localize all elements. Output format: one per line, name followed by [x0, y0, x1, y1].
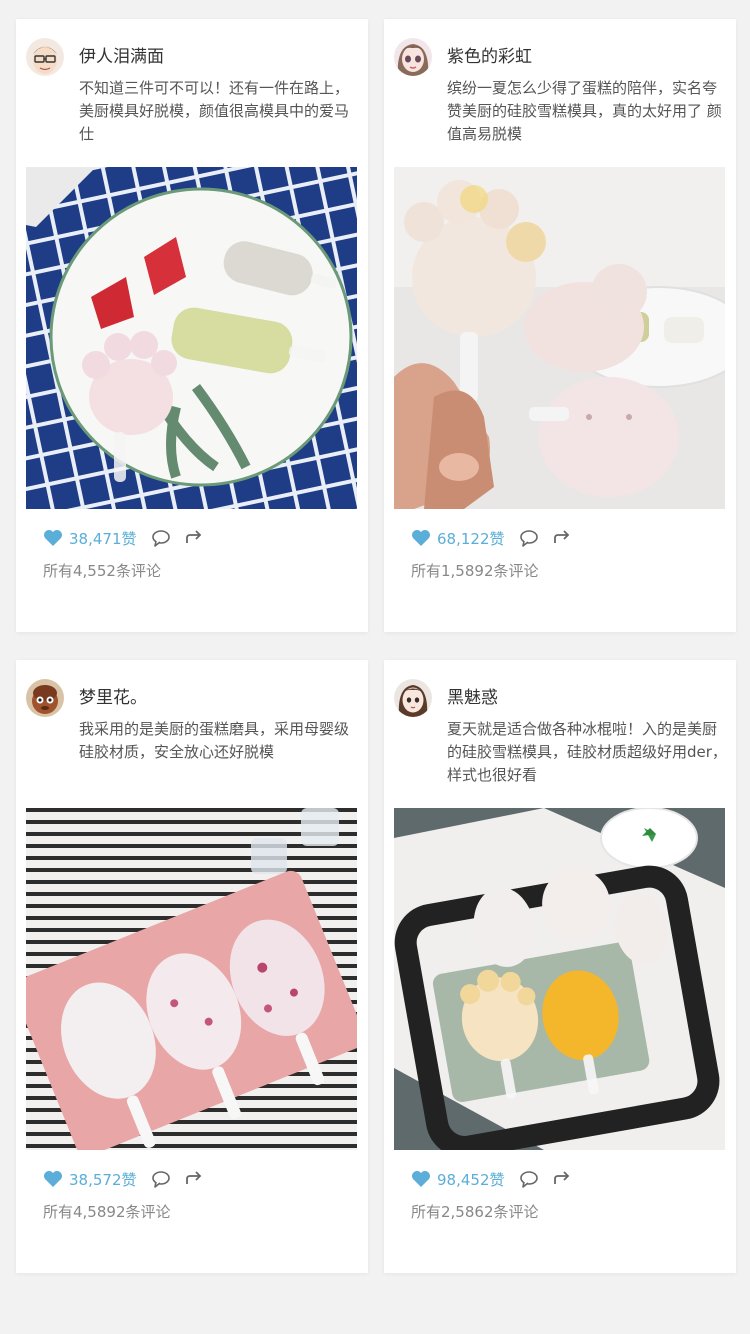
comment-count[interactable]: 所有2,5862条评论 — [411, 1201, 539, 1223]
comment-icon[interactable] — [519, 529, 539, 547]
post-card[interactable]: 伊人泪满面 不知道三件可不可以！还有一件在路上，美厨模具好脱模，颜值很高模具中的… — [16, 19, 368, 632]
share-icon[interactable] — [185, 1170, 203, 1188]
share-icon[interactable] — [185, 529, 203, 547]
comment-count[interactable]: 所有1,5892条评论 — [411, 560, 539, 582]
username[interactable]: 紫色的彩虹 — [447, 45, 532, 69]
avatar[interactable] — [26, 38, 64, 76]
post-stats: 68,122赞 — [411, 527, 571, 549]
heart-icon[interactable] — [411, 1170, 431, 1188]
avatar[interactable] — [394, 38, 432, 76]
post-text: 缤纷一夏怎么少得了蛋糕的陪伴，实名夸赞美厨的硅胶雪糕模具，真的太好用了 颜值高易… — [447, 79, 722, 143]
share-icon[interactable] — [553, 529, 571, 547]
username[interactable]: 黑魅惑 — [447, 686, 498, 710]
like-count: 38,572赞 — [69, 1170, 137, 1189]
heart-icon[interactable] — [43, 529, 63, 547]
like-count: 68,122赞 — [437, 529, 505, 548]
like-count: 98,452赞 — [437, 1170, 505, 1189]
comment-icon[interactable] — [151, 529, 171, 547]
like-count: 38,471赞 — [69, 529, 137, 548]
post-photo[interactable] — [26, 808, 357, 1150]
post-stats: 38,572赞 — [43, 1168, 203, 1190]
post-photo[interactable] — [26, 167, 357, 509]
post-text: 我采用的是美厨的蛋糕磨具，采用母婴级硅胶材质，安全放心还好脱模 — [79, 720, 350, 761]
comment-icon[interactable] — [519, 1170, 539, 1188]
comment-count[interactable]: 所有4,5892条评论 — [43, 1201, 171, 1223]
avatar[interactable] — [26, 679, 64, 717]
post-text: 不知道三件可不可以！还有一件在路上，美厨模具好脱模，颜值很高模具中的爱马仕 — [79, 79, 350, 143]
post-card[interactable]: 梦里花。 我采用的是美厨的蛋糕磨具，采用母婴级硅胶材质，安全放心还好脱模 38,… — [16, 660, 368, 1273]
username[interactable]: 伊人泪满面 — [79, 45, 164, 69]
post-card[interactable]: 黑魅惑 夏天就是适合做各种冰棍啦！入的是美厨的硅胶雪糕模具，硅胶材质超级好用de… — [384, 660, 736, 1273]
comment-count[interactable]: 所有4,552条评论 — [43, 560, 161, 582]
post-photo[interactable] — [394, 808, 725, 1150]
heart-icon[interactable] — [411, 529, 431, 547]
post-stats: 98,452赞 — [411, 1168, 571, 1190]
heart-icon[interactable] — [43, 1170, 63, 1188]
comment-icon[interactable] — [151, 1170, 171, 1188]
username[interactable]: 梦里花。 — [79, 686, 147, 710]
post-photo[interactable] — [394, 167, 725, 509]
share-icon[interactable] — [553, 1170, 571, 1188]
post-text: 夏天就是适合做各种冰棍啦！入的是美厨的硅胶雪糕模具，硅胶材质超级好用der，样式… — [447, 720, 727, 784]
post-stats: 38,471赞 — [43, 527, 203, 549]
avatar[interactable] — [394, 679, 432, 717]
post-card[interactable]: 紫色的彩虹 缤纷一夏怎么少得了蛋糕的陪伴，实名夸赞美厨的硅胶雪糕模具，真的太好用… — [384, 19, 736, 632]
